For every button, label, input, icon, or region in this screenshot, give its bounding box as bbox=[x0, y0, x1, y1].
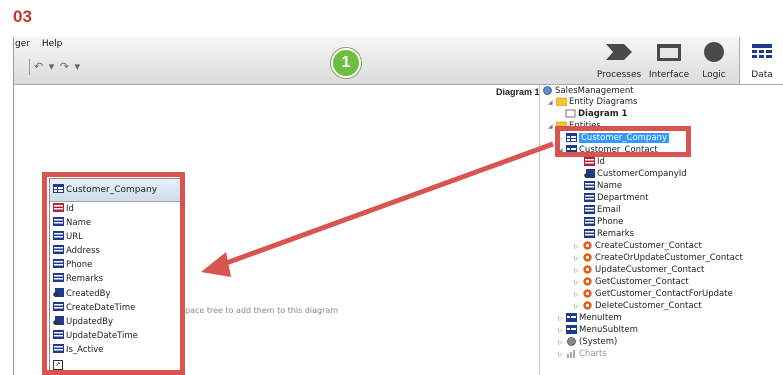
attribute-icon bbox=[584, 216, 595, 226]
step-number: 03 bbox=[13, 7, 32, 26]
entity-action-icon bbox=[583, 300, 592, 310]
collapsed-arrow-icon: ▷ bbox=[574, 290, 579, 298]
tree-entity-action[interactable]: ▷ CreateCustomer_Contact bbox=[574, 240, 702, 253]
tree-attribute[interactable]: Phone bbox=[584, 216, 623, 229]
menu-item-help[interactable]: Help bbox=[42, 39, 63, 49]
attribute-icon bbox=[584, 204, 595, 214]
collapsed-arrow-icon: ▷ bbox=[574, 278, 579, 286]
processes-icon bbox=[606, 44, 632, 60]
tree-entity-menu-sub-item[interactable]: ▷ MenuSubItem bbox=[558, 324, 638, 337]
tree-diagram-1[interactable]: Diagram 1 bbox=[565, 109, 627, 121]
tree-attribute[interactable]: Name bbox=[584, 180, 622, 193]
attribute-icon bbox=[584, 228, 595, 238]
tree-attribute[interactable]: Email bbox=[584, 204, 621, 217]
tree-entity-action[interactable]: ▷ CreateOrUpdateCustomer_Contact bbox=[574, 252, 743, 265]
diagram-icon bbox=[565, 109, 576, 117]
globe-icon bbox=[543, 85, 552, 95]
tree-attribute[interactable]: Id bbox=[584, 156, 605, 169]
logic-icon bbox=[704, 42, 724, 62]
interface-icon bbox=[657, 44, 681, 61]
chart-icon bbox=[567, 349, 575, 358]
tree-entity-action[interactable]: ▷ DeleteCustomer_Contact bbox=[574, 300, 702, 313]
tree-system[interactable]: ▷ (System) bbox=[558, 336, 617, 349]
collapsed-arrow-icon: ▷ bbox=[574, 302, 579, 310]
diagram-title: Diagram 1 bbox=[496, 87, 540, 97]
tree-entity-action[interactable]: ▷ GetCustomer_ContactForUpdate bbox=[574, 288, 733, 301]
collapsed-arrow-icon: ▷ bbox=[574, 266, 579, 274]
folder-icon bbox=[556, 97, 567, 106]
tree-entity-menu-item[interactable]: ▷ MenuItem bbox=[558, 312, 622, 325]
collapsed-arrow-icon: ▷ bbox=[558, 314, 563, 322]
collapsed-arrow-icon: ▷ bbox=[558, 350, 563, 358]
entity-icon bbox=[566, 312, 577, 322]
toolbar: ger Help ↶ ▾ ↷ ▾ 1 Processes Interface L… bbox=[14, 37, 783, 85]
drag-hint-text: eSpace tree to add them to this diagram bbox=[175, 306, 339, 315]
step-badge: 1 bbox=[331, 48, 361, 78]
tree-attribute[interactable]: CustomerCompanyId bbox=[584, 168, 687, 181]
tree-selection-highlight bbox=[555, 126, 691, 157]
entity-action-icon bbox=[583, 240, 592, 250]
toolbar-separator bbox=[29, 59, 30, 75]
collapsed-arrow-icon: ▷ bbox=[574, 254, 579, 262]
collapsed-arrow-icon: ▷ bbox=[574, 242, 579, 250]
tree-entity-diagrams[interactable]: ◢ Entity Diagrams bbox=[548, 97, 637, 109]
key-attribute-icon bbox=[584, 156, 595, 166]
logic-tab[interactable]: Logic bbox=[696, 37, 732, 84]
tree-entity-action[interactable]: ▷ UpdateCustomer_Contact bbox=[574, 264, 704, 277]
menu-bar: ger Help bbox=[15, 39, 71, 49]
globe-icon bbox=[567, 336, 576, 346]
tree-entity-action[interactable]: ▷ GetCustomer_Contact bbox=[574, 276, 689, 289]
tree-charts[interactable]: ▷ Charts bbox=[558, 349, 607, 361]
collapsed-arrow-icon: ▷ bbox=[558, 326, 563, 334]
data-icon bbox=[752, 44, 772, 58]
attribute-icon bbox=[584, 192, 595, 202]
tree-attribute[interactable]: Remarks bbox=[584, 228, 634, 241]
entity-card-highlight bbox=[42, 172, 185, 375]
foreign-key-attribute-icon bbox=[584, 168, 595, 178]
entity-action-icon bbox=[583, 276, 592, 286]
collapsed-arrow-icon: ▷ bbox=[558, 338, 563, 346]
interface-tab[interactable]: Interface bbox=[646, 37, 692, 84]
attribute-icon bbox=[584, 180, 595, 190]
entity-action-icon bbox=[583, 252, 592, 262]
entity-icon bbox=[566, 324, 577, 334]
data-tab[interactable]: Data bbox=[739, 37, 783, 84]
menu-item-manager[interactable]: ger bbox=[15, 39, 30, 49]
entity-action-icon bbox=[583, 264, 592, 274]
undo-redo-buttons[interactable]: ↶ ▾ ↷ ▾ bbox=[34, 60, 81, 73]
entity-action-icon bbox=[583, 288, 592, 298]
expanded-arrow-icon: ◢ bbox=[548, 98, 553, 106]
processes-tab[interactable]: Processes bbox=[595, 37, 643, 84]
tree-attribute[interactable]: Department bbox=[584, 192, 648, 205]
